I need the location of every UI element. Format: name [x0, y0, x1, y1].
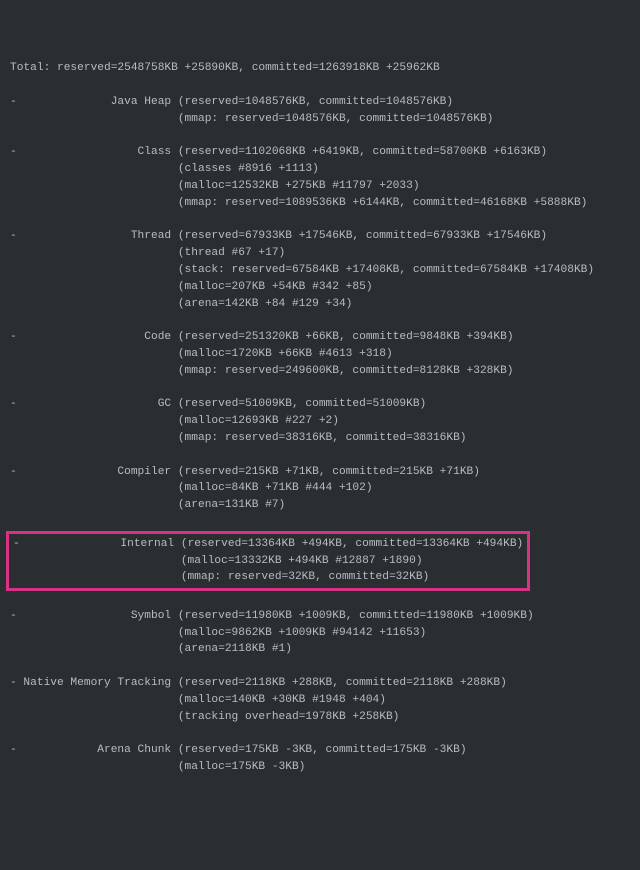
blank: [10, 727, 17, 739]
section-detail: (arena=131KB #7): [10, 497, 630, 514]
blank: [10, 314, 17, 326]
blank-line: [10, 212, 630, 229]
blank-line: [10, 591, 630, 608]
section-detail: (mmap: reserved=1048576KB, committed=104…: [10, 111, 630, 128]
section-summary: (reserved=1048576KB, committed=1048576KB…: [171, 96, 453, 108]
detail-text: (mmap: reserved=249600KB, committed=8128…: [10, 365, 514, 377]
section-header: - Arena Chunk (reserved=175KB -3KB, comm…: [10, 742, 630, 759]
detail-text: (mmap: reserved=38316KB, committed=38316…: [10, 432, 467, 444]
detail-text: (malloc=175KB -3KB): [10, 761, 305, 773]
blank: [10, 516, 17, 528]
section-label: - Thread: [10, 230, 171, 242]
section-detail: (thread #67 +17): [10, 245, 630, 262]
detail-text: (arena=131KB #7): [10, 499, 285, 511]
section-detail: (malloc=1720KB +66KB #4613 +318): [10, 346, 630, 363]
blank-line: [10, 312, 630, 329]
blank: [10, 778, 17, 790]
section-summary: (reserved=13364KB +494KB, committed=1336…: [174, 538, 523, 550]
section-label: - Code: [10, 331, 171, 343]
detail-text: (mmap: reserved=32KB, committed=32KB): [13, 571, 429, 583]
blank-line: [10, 776, 630, 793]
section-detail: (malloc=13332KB +494KB #12887 +1890): [13, 553, 523, 570]
blank-line: [10, 77, 630, 94]
detail-text: (malloc=140KB +30KB #1948 +404): [10, 694, 386, 706]
detail-text: (stack: reserved=67584KB +17408KB, commi…: [10, 264, 594, 276]
section-summary: (reserved=67933KB +17546KB, committed=67…: [171, 230, 547, 242]
detail-text: (malloc=84KB +71KB #444 +102): [10, 482, 373, 494]
blank-line: [10, 380, 630, 397]
section-detail: (mmap: reserved=38316KB, committed=38316…: [10, 430, 630, 447]
section-label: - Java Heap: [10, 96, 171, 108]
section-header: - Code (reserved=251320KB +66KB, committ…: [10, 329, 630, 346]
blank: [10, 382, 17, 394]
section-header: - Compiler (reserved=215KB +71KB, commit…: [10, 464, 630, 481]
section-detail: (tracking overhead=1978KB +258KB): [10, 709, 630, 726]
section-header: - Java Heap (reserved=1048576KB, committ…: [10, 94, 630, 111]
section-summary: (reserved=2118KB +288KB, committed=2118K…: [171, 677, 507, 689]
blank: [10, 593, 17, 605]
section-summary: (reserved=1102068KB +6419KB, committed=5…: [171, 146, 547, 158]
total-text: Total: reserved=2548758KB +25890KB, comm…: [10, 62, 440, 74]
section-header: - Thread (reserved=67933KB +17546KB, com…: [10, 228, 630, 245]
section-detail: (malloc=207KB +54KB #342 +85): [10, 279, 630, 296]
section-summary: (reserved=251320KB +66KB, committed=9848…: [171, 331, 513, 343]
section-detail: (malloc=12693KB #227 +2): [10, 413, 630, 430]
detail-text: (malloc=207KB +54KB #342 +85): [10, 281, 373, 293]
blank: [10, 660, 17, 672]
blank-line: [10, 725, 630, 742]
section-header: - Class (reserved=1102068KB +6419KB, com…: [10, 144, 630, 161]
detail-text: (thread #67 +17): [10, 247, 285, 259]
section-label: - Class: [10, 146, 171, 158]
section-summary: (reserved=11980KB +1009KB, committed=119…: [171, 610, 534, 622]
detail-text: (arena=2118KB #1): [10, 643, 292, 655]
section-label: - GC: [10, 398, 171, 410]
section-label: - Arena Chunk: [10, 744, 171, 756]
blank-line: [10, 128, 630, 145]
detail-text: (malloc=13332KB +494KB #12887 +1890): [13, 555, 423, 567]
blank-line: [10, 447, 630, 464]
blank: [10, 130, 17, 142]
detail-text: (mmap: reserved=1048576KB, committed=104…: [10, 113, 493, 125]
section-detail: (mmap: reserved=1089536KB +6144KB, commi…: [10, 195, 630, 212]
section-label: - Symbol: [10, 610, 171, 622]
section-label: - Internal: [13, 538, 174, 550]
section-header: - GC (reserved=51009KB, committed=51009K…: [10, 396, 630, 413]
section-label: - Compiler: [10, 466, 171, 478]
section-detail: (arena=142KB +84 #129 +34): [10, 296, 630, 313]
detail-text: (malloc=12532KB +275KB #11797 +2033): [10, 180, 420, 192]
section-header: - Native Memory Tracking (reserved=2118K…: [10, 675, 630, 692]
detail-text: (mmap: reserved=1089536KB +6144KB, commi…: [10, 197, 587, 209]
detail-text: (tracking overhead=1978KB +258KB): [10, 711, 399, 723]
detail-text: (classes #8916 +1113): [10, 163, 319, 175]
section-header: - Internal (reserved=13364KB +494KB, com…: [13, 536, 523, 553]
highlighted-internal-section: - Internal (reserved=13364KB +494KB, com…: [10, 531, 630, 591]
section-detail: (stack: reserved=67584KB +17408KB, commi…: [10, 262, 630, 279]
section-detail: (mmap: reserved=32KB, committed=32KB): [13, 569, 523, 586]
section-detail: (malloc=140KB +30KB #1948 +404): [10, 692, 630, 709]
section-summary: (reserved=175KB -3KB, committed=175KB -3…: [171, 744, 466, 756]
highlight-box: - Internal (reserved=13364KB +494KB, com…: [6, 531, 530, 591]
detail-text: (malloc=12693KB #227 +2): [10, 415, 339, 427]
section-summary: (reserved=51009KB, committed=51009KB): [171, 398, 426, 410]
section-header: - Symbol (reserved=11980KB +1009KB, comm…: [10, 608, 630, 625]
detail-text: (arena=142KB +84 #129 +34): [10, 298, 352, 310]
blank-line: [10, 514, 630, 531]
nmt-output: Total: reserved=2548758KB +25890KB, comm…: [10, 60, 630, 792]
blank: [10, 79, 17, 91]
section-detail: (classes #8916 +1113): [10, 161, 630, 178]
section-detail: (mmap: reserved=249600KB, committed=8128…: [10, 363, 630, 380]
blank: [10, 449, 17, 461]
section-detail: (malloc=84KB +71KB #444 +102): [10, 480, 630, 497]
detail-text: (malloc=9862KB +1009KB #94142 +11653): [10, 627, 426, 639]
section-detail: (arena=2118KB #1): [10, 641, 630, 658]
blank: [10, 214, 17, 226]
section-label: - Native Memory Tracking: [10, 677, 171, 689]
section-detail: (malloc=175KB -3KB): [10, 759, 630, 776]
section-detail: (malloc=9862KB +1009KB #94142 +11653): [10, 625, 630, 642]
section-detail: (malloc=12532KB +275KB #11797 +2033): [10, 178, 630, 195]
detail-text: (malloc=1720KB +66KB #4613 +318): [10, 348, 393, 360]
section-summary: (reserved=215KB +71KB, committed=215KB +…: [171, 466, 480, 478]
total-line: Total: reserved=2548758KB +25890KB, comm…: [10, 60, 630, 77]
